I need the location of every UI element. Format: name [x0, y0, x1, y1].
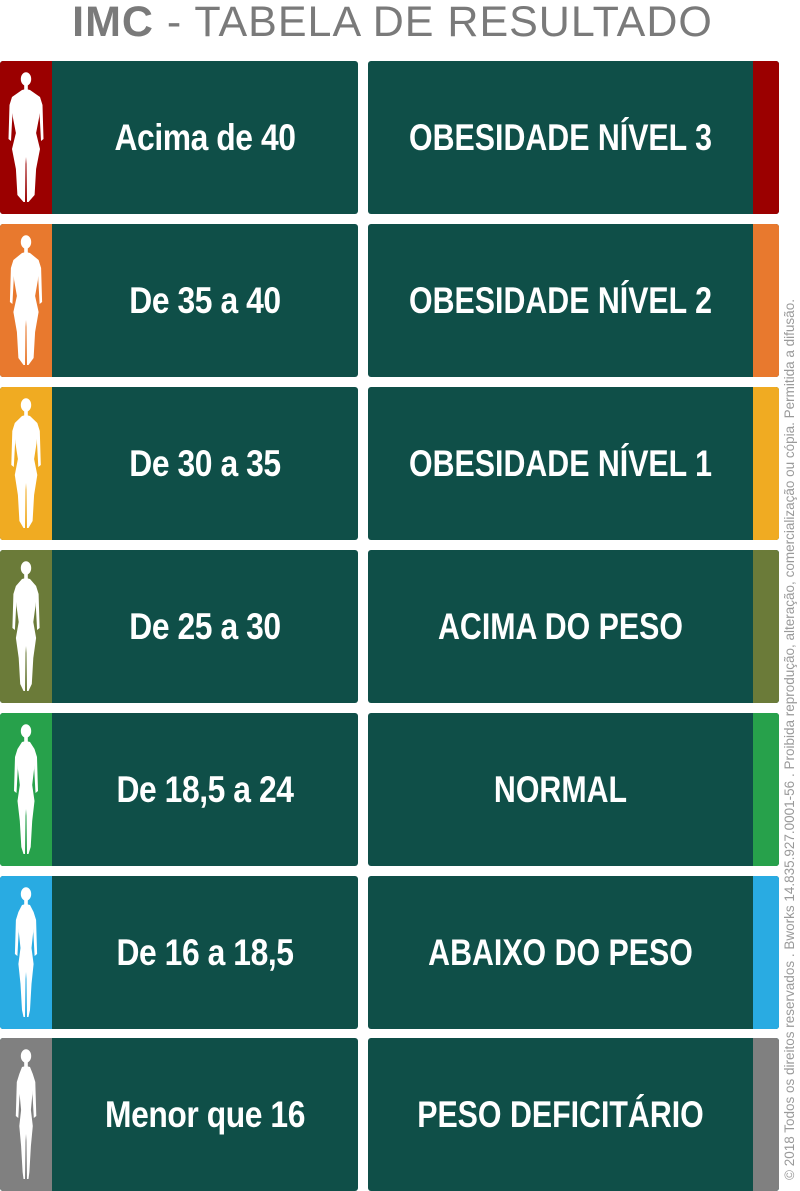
result-label: NORMAL	[493, 768, 628, 810]
title-rest: - TABELA DE RESULTADO	[153, 0, 713, 46]
copyright-notice: © 2018 Todos os direitos reservados . Bw…	[782, 299, 797, 1180]
result-cell: NORMAL	[368, 713, 779, 866]
range-cell: De 35 a 40	[0, 224, 358, 377]
result-cell: OBESIDADE NÍVEL 1	[368, 387, 779, 540]
table-row: Acima de 40 OBESIDADE NÍVEL 3	[0, 61, 780, 214]
page-title: IMC - TABELA DE RESULTADO	[0, 0, 785, 50]
heavy-body-icon	[0, 395, 52, 532]
color-strip	[753, 550, 779, 703]
range-cell: De 25 a 30	[0, 550, 358, 703]
range-label: De 35 a 40	[129, 279, 281, 321]
range-cell: Menor que 16	[0, 1038, 358, 1191]
color-strip	[753, 61, 779, 214]
obese-body-icon	[0, 232, 52, 369]
result-label: PESO DEFICITÁRIO	[417, 1093, 704, 1135]
table-row: De 35 a 40 OBESIDADE NÍVEL 2	[0, 224, 780, 377]
range-cell: Acima de 40	[0, 61, 358, 214]
color-strip	[753, 876, 779, 1029]
range-cell: De 18,5 a 24	[0, 713, 358, 866]
overweight-body-icon	[0, 558, 52, 695]
table-row: De 16 a 18,5 ABAIXO DO PESO	[0, 876, 780, 1029]
obese-body-icon	[0, 69, 52, 206]
range-label: De 30 a 35	[129, 442, 281, 484]
slim-body-icon	[0, 884, 52, 1021]
range-label: De 16 a 18,5	[116, 931, 294, 973]
color-strip	[753, 713, 779, 866]
result-cell: ACIMA DO PESO	[368, 550, 779, 703]
color-strip	[753, 224, 779, 377]
table-row: De 25 a 30 ACIMA DO PESO	[0, 550, 780, 703]
range-label: De 18,5 a 24	[116, 768, 294, 810]
result-label: OBESIDADE NÍVEL 1	[409, 442, 712, 484]
result-label: OBESIDADE NÍVEL 2	[409, 279, 712, 321]
thin-body-icon	[0, 1046, 52, 1183]
result-cell: ABAIXO DO PESO	[368, 876, 779, 1029]
normal-body-icon	[0, 721, 52, 858]
range-label: Menor que 16	[105, 1093, 305, 1135]
range-label: De 25 a 30	[129, 605, 281, 647]
result-label: ACIMA DO PESO	[437, 605, 683, 647]
color-strip	[753, 1038, 779, 1191]
result-cell: OBESIDADE NÍVEL 3	[368, 61, 779, 214]
color-strip	[753, 387, 779, 540]
result-cell: PESO DEFICITÁRIO	[368, 1038, 779, 1191]
range-label: Acima de 40	[114, 116, 296, 158]
table-row: De 18,5 a 24 NORMAL	[0, 713, 780, 866]
range-cell: De 16 a 18,5	[0, 876, 358, 1029]
table-row: De 30 a 35 OBESIDADE NÍVEL 1	[0, 387, 780, 540]
range-cell: De 30 a 35	[0, 387, 358, 540]
title-bold: IMC	[72, 0, 154, 46]
result-cell: OBESIDADE NÍVEL 2	[368, 224, 779, 377]
table-row: Menor que 16 PESO DEFICITÁRIO	[0, 1038, 780, 1191]
result-label: OBESIDADE NÍVEL 3	[409, 116, 712, 158]
result-label: ABAIXO DO PESO	[428, 931, 693, 973]
